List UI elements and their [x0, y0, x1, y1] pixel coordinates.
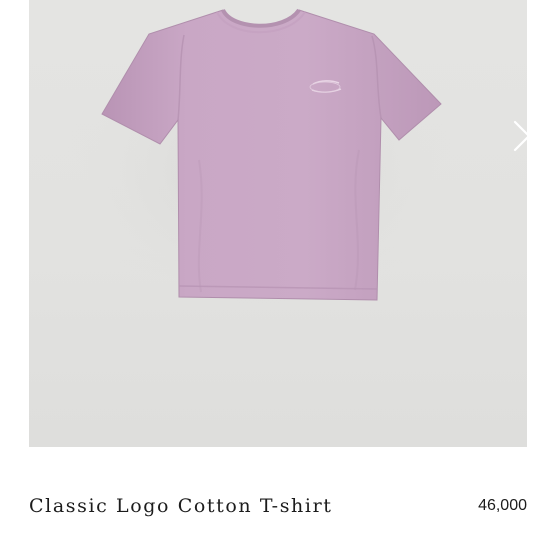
tshirt-image: [60, 8, 460, 320]
product-image[interactable]: [29, 0, 527, 447]
chevron-right-icon[interactable]: [507, 118, 527, 154]
product-price: 46,000: [478, 497, 527, 514]
product-name: Classic Logo Cotton T-shirt: [29, 495, 333, 517]
product-info: Classic Logo Cotton T-shirt 46,000: [29, 488, 527, 528]
